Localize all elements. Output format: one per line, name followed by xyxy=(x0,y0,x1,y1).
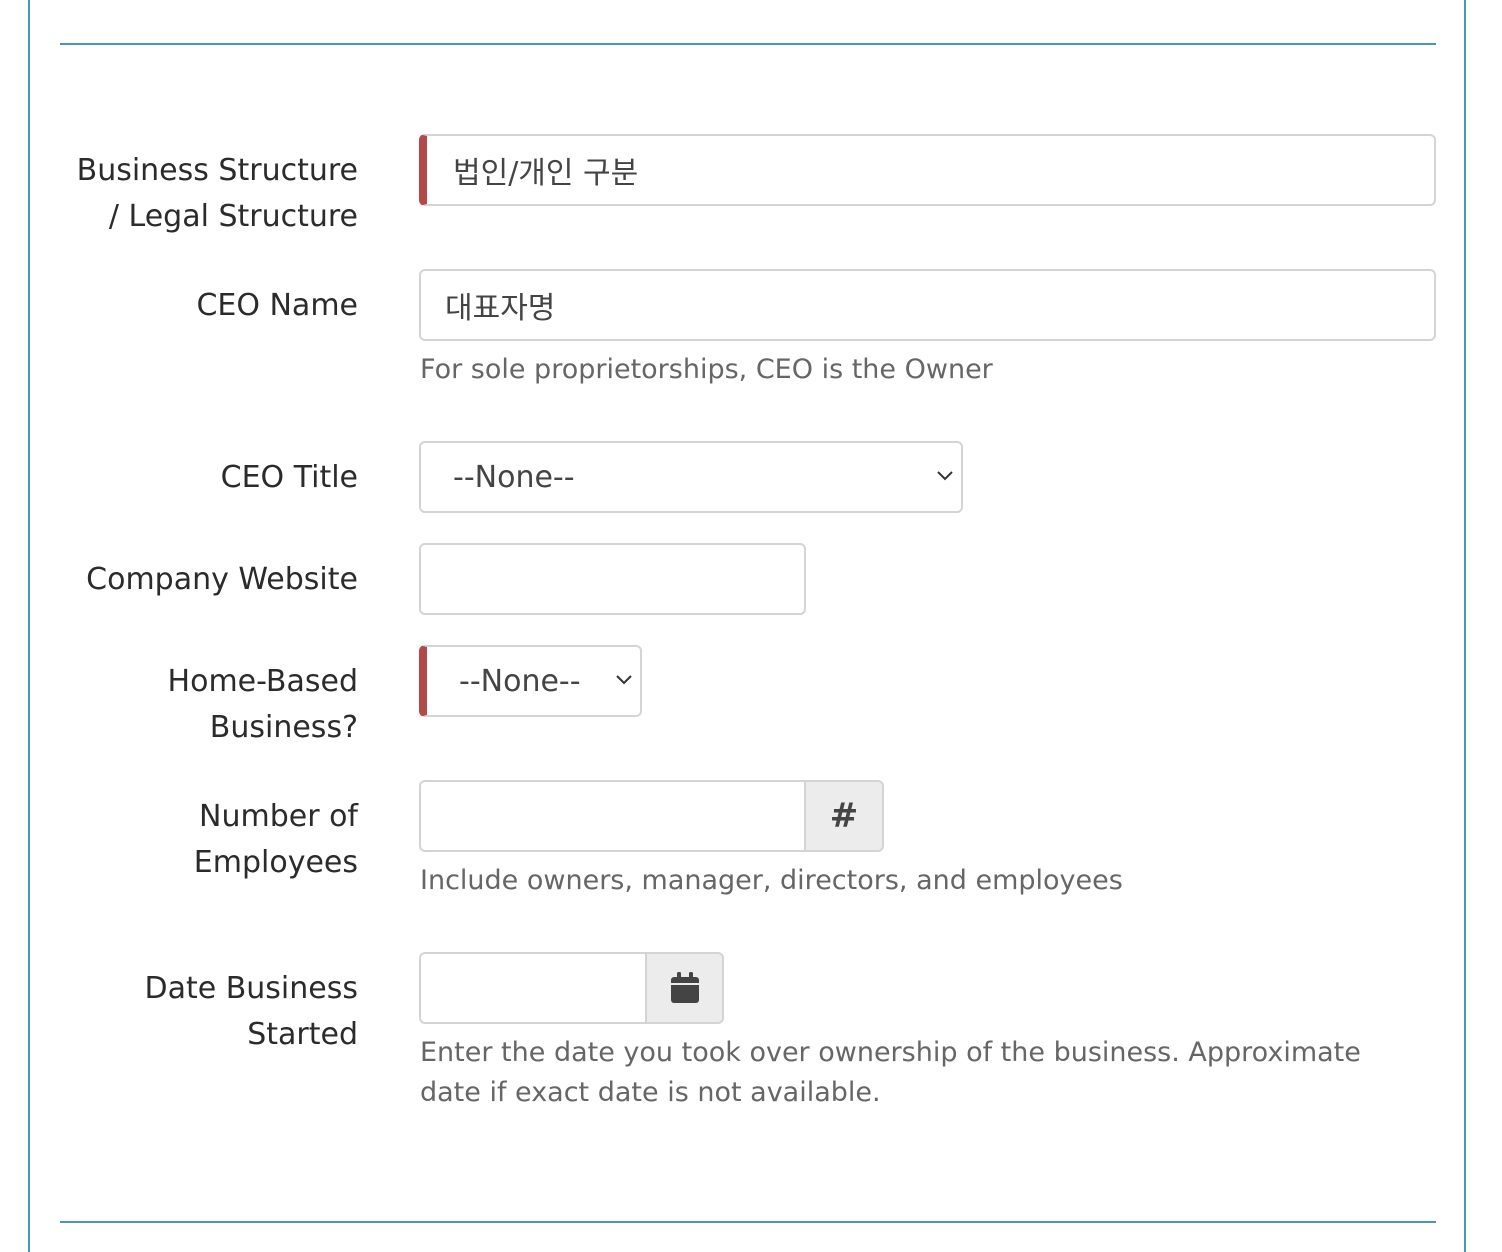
ceo-name-value: 대표자명 xyxy=(445,291,556,326)
business-structure-value: 법인/개인 구분 xyxy=(453,156,639,191)
chevron-down-icon xyxy=(937,471,953,481)
business-structure-label: Business Structure / Legal Structure xyxy=(76,153,358,234)
ceo-title-select[interactable]: --None-- xyxy=(419,441,963,513)
section-divider-bottom xyxy=(60,1221,1436,1223)
ceo-title-label: CEO Title xyxy=(220,460,358,495)
date-started-label: Date Business Started xyxy=(144,971,358,1052)
employees-label: Number of Employees xyxy=(193,799,358,880)
calendar-icon xyxy=(670,972,699,1003)
ceo-name-label: CEO Name xyxy=(196,288,358,323)
date-started-input[interactable] xyxy=(419,952,647,1024)
employees-input[interactable] xyxy=(419,780,806,852)
ceo-name-input[interactable]: 대표자명 xyxy=(419,269,1436,341)
ceo-title-selected: --None-- xyxy=(453,459,575,495)
hash-icon: # xyxy=(804,780,884,852)
company-website-input[interactable] xyxy=(419,543,806,615)
section-divider-top xyxy=(60,43,1436,45)
employees-help: Include owners, manager, directors, and … xyxy=(420,865,1123,896)
calendar-button[interactable] xyxy=(645,952,724,1024)
home-based-select[interactable]: --None-- xyxy=(419,645,642,717)
home-based-label: Home-Based Business? xyxy=(167,664,358,745)
business-structure-input[interactable]: 법인/개인 구분 xyxy=(419,134,1436,206)
home-based-selected: --None-- xyxy=(459,663,581,699)
chevron-down-icon xyxy=(616,675,632,685)
ceo-name-help: For sole proprietorships, CEO is the Own… xyxy=(420,354,993,385)
date-started-help: Enter the date you took over ownership o… xyxy=(420,1037,1361,1108)
company-website-label: Company Website xyxy=(86,562,358,597)
